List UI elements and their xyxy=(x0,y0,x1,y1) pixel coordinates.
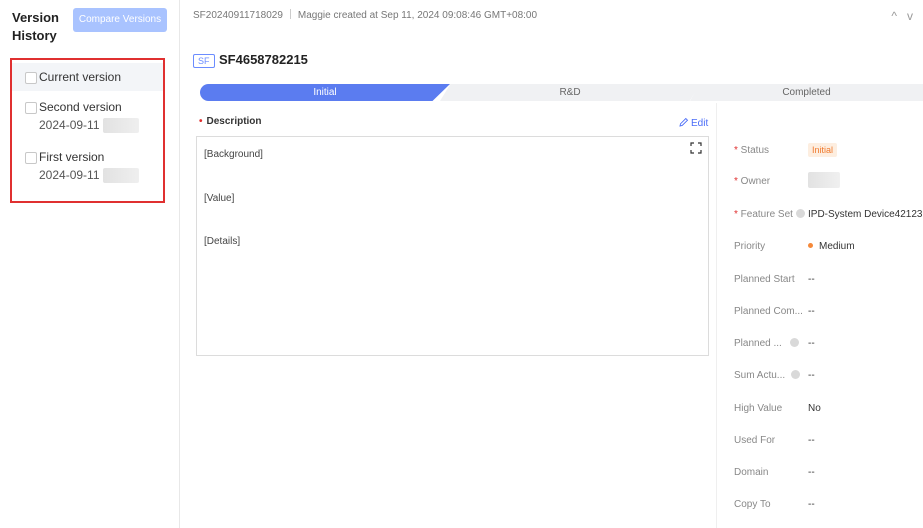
sum-actual-value[interactable]: -- xyxy=(808,370,815,381)
edit-icon xyxy=(679,117,689,127)
redacted-author xyxy=(103,118,139,133)
description-line: [Background] xyxy=(204,149,263,160)
version-item-second[interactable]: Second version 2024-09-11 | xyxy=(12,94,163,138)
stage-initial[interactable]: Initial xyxy=(200,84,450,101)
page-title: SF4658782215 xyxy=(219,52,308,67)
edit-description-button[interactable]: Edit xyxy=(679,117,708,129)
owner-avatar[interactable] xyxy=(808,172,840,188)
version-item-current[interactable]: Current version xyxy=(12,63,163,91)
prop-label-copy-to: Copy To xyxy=(734,499,771,510)
version-checkbox[interactable] xyxy=(25,152,37,164)
version-label: First version xyxy=(39,150,105,164)
version-checkbox[interactable] xyxy=(25,102,37,114)
description-line: [Details] xyxy=(204,236,241,247)
priority-value[interactable]: Medium xyxy=(808,241,855,252)
info-icon xyxy=(795,209,805,218)
prop-label-sum-actual: Sum Actu... xyxy=(734,370,801,381)
version-item-first[interactable]: First version 2024-09-11 | xyxy=(12,144,163,188)
description-line: [Value] xyxy=(204,193,235,204)
domain-value[interactable]: -- xyxy=(808,467,815,478)
status-badge[interactable]: Initial xyxy=(808,143,838,157)
version-date: 2024-09-11 | xyxy=(39,118,106,132)
required-mark: • xyxy=(199,116,203,127)
version-checkbox[interactable] xyxy=(25,72,37,84)
prop-label-used-for: Used For xyxy=(734,435,776,446)
type-tag: SF xyxy=(193,54,215,68)
description-header: • Description xyxy=(199,116,262,127)
record-meta: SF20240911718029 Maggie created at Sep 11… xyxy=(193,9,537,21)
info-icon xyxy=(791,370,801,379)
version-list: Current version Second version 2024-09-1… xyxy=(10,58,165,203)
feature-set-value[interactable]: IPD-System Device42123 Fe xyxy=(808,209,923,220)
created-info: Maggie created at Sep 11, 2024 09:08:46 … xyxy=(297,10,538,21)
version-history-title: Version History xyxy=(12,10,59,43)
previous-record-icon[interactable]: ^ xyxy=(891,9,897,23)
stage-rnd[interactable]: R&D xyxy=(440,84,700,101)
record-id: SF20240911718029 xyxy=(193,10,283,21)
version-label: Current version xyxy=(39,70,122,84)
divider xyxy=(289,9,291,19)
version-date: 2024-09-11 | xyxy=(39,168,106,182)
prop-label-domain: Domain xyxy=(734,467,769,478)
prop-label-planned-completion: Planned Com... xyxy=(734,306,803,317)
redacted-author xyxy=(103,168,139,183)
prop-label-feature-set: * Feature Set xyxy=(734,209,805,220)
prop-label-planned-other: Planned ... xyxy=(734,338,799,349)
compare-versions-button[interactable]: Compare Versions xyxy=(73,8,167,32)
prop-label-status: * Status xyxy=(734,145,770,156)
copy-to-value[interactable]: -- xyxy=(808,499,815,510)
priority-dot-icon xyxy=(808,243,813,248)
next-record-icon[interactable]: v xyxy=(907,9,913,23)
info-icon xyxy=(789,338,799,347)
record-navigation: ^ v xyxy=(881,9,913,23)
panel-divider xyxy=(716,103,717,528)
prop-label-high-value: High Value xyxy=(734,403,783,414)
prop-label-planned-start: Planned Start xyxy=(734,274,795,285)
description-editor[interactable]: [Background] [Value] [Details] xyxy=(196,136,709,356)
stage-completed[interactable]: Completed xyxy=(690,84,923,101)
high-value-value[interactable]: No xyxy=(808,403,821,414)
stage-progress: Initial R&D Completed xyxy=(200,84,923,101)
prop-label-priority: Priority xyxy=(734,241,766,252)
used-for-value[interactable]: -- xyxy=(808,435,815,446)
version-label: Second version xyxy=(39,100,122,114)
planned-start-value[interactable]: -- xyxy=(808,274,815,285)
edit-label: Edit xyxy=(691,118,709,129)
prop-label-owner: * Owner xyxy=(734,176,771,187)
version-history-panel: Version History Compare Versions Current… xyxy=(0,0,180,528)
fullscreen-icon[interactable] xyxy=(690,142,702,154)
planned-other-value[interactable]: -- xyxy=(808,338,815,349)
planned-completion-value[interactable]: -- xyxy=(808,306,815,317)
description-label: Description xyxy=(206,116,262,127)
